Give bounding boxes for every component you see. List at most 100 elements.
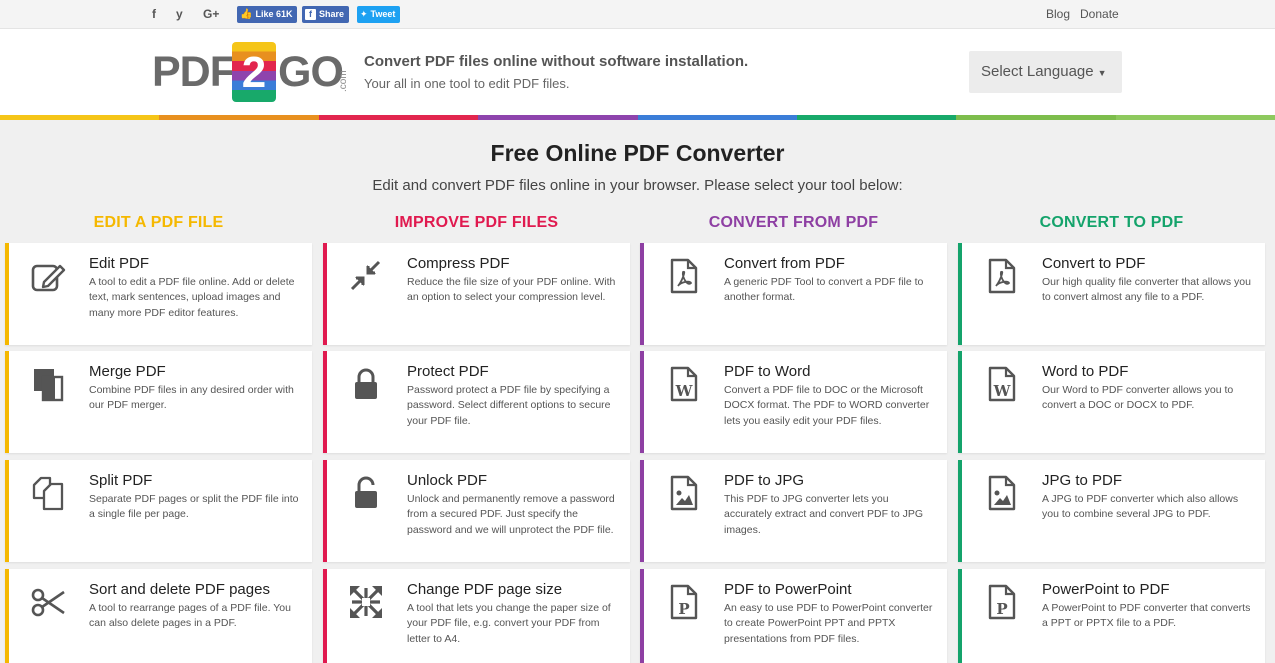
svg-text:P: P xyxy=(678,600,689,618)
svg-text:W: W xyxy=(993,382,1012,400)
tool-description: An easy to use PDF to PowerPoint convert… xyxy=(724,602,933,645)
tool-card[interactable]: PDF to JPG This PDF to JPG converter lets… xyxy=(640,460,947,562)
tool-card[interactable]: Compress PDF Reduce the file size of your… xyxy=(323,243,630,345)
tool-card[interactable]: W PDF to Word Convert a PDF file to DOC or… xyxy=(640,351,947,453)
column-heading: EDIT A PDF FILE xyxy=(93,214,224,231)
tool-description: This PDF to JPG converter lets you accur… xyxy=(724,493,923,536)
tool-description: A generic PDF Tool to convert a PDF file… xyxy=(724,276,924,304)
tool-description: Unlock and permanently remove a password… xyxy=(407,493,615,536)
tool-card[interactable]: Convert to PDF Our high quality file conv… xyxy=(958,243,1265,345)
word-file-icon: W xyxy=(982,365,1020,403)
merge-icon xyxy=(29,365,67,403)
tool-card[interactable]: P PowerPoint to PDF A PowerPoint to PDF co… xyxy=(958,569,1265,663)
tool-description: Convert a PDF file to DOC or the Microso… xyxy=(724,384,930,427)
compress-icon xyxy=(347,257,385,295)
tool-title: Sort and delete PDF pages xyxy=(89,581,270,598)
rainbow-segment xyxy=(796,115,957,120)
twitter-bird-icon: ✦ xyxy=(360,9,368,19)
twitter-icon[interactable]: y xyxy=(176,7,183,21)
tool-title: Convert from PDF xyxy=(724,255,845,272)
logo-2-badge: 2 xyxy=(232,42,276,102)
tool-title: Change PDF page size xyxy=(407,581,563,598)
powerpoint-file-icon: P xyxy=(982,583,1020,621)
logo-2-text: 2 xyxy=(241,48,267,97)
tool-card[interactable]: Edit PDF A tool to edit a PDF file online… xyxy=(5,243,312,345)
column-heading: CONVERT TO PDF xyxy=(1039,214,1184,231)
rainbow-segment xyxy=(159,115,319,120)
tool-card[interactable]: Split PDF Separate PDF pages or split the… xyxy=(5,460,312,562)
logo-pdf-text: PDF xyxy=(152,48,236,96)
pdf-file-icon xyxy=(664,257,702,295)
rainbow-segment xyxy=(0,115,160,120)
tool-title: PDF to Word xyxy=(724,363,811,380)
language-select-label: Select Language xyxy=(981,63,1094,80)
tool-card[interactable]: Sort and delete PDF pages A tool to rearr… xyxy=(5,569,312,663)
thumbs-up-icon: 👍 xyxy=(240,9,253,20)
resize-icon xyxy=(347,583,385,621)
tagline: Convert PDF files online without softwar… xyxy=(364,53,749,70)
facebook-icon: f xyxy=(305,9,316,20)
pdf-file-icon xyxy=(982,257,1020,295)
tool-title: Split PDF xyxy=(89,472,153,489)
tool-description: A tool that lets you change the paper si… xyxy=(407,602,611,645)
svg-text:P: P xyxy=(996,600,1007,618)
top-bar: f y G+ 👍 Like 61K f Share ✦ Tweet Blog D… xyxy=(0,0,1275,29)
tool-title: PDF to PowerPoint xyxy=(724,581,852,598)
blog-link[interactable]: Blog xyxy=(1046,7,1070,21)
language-select[interactable]: Select Language ▼ xyxy=(969,51,1122,93)
like-button[interactable]: 👍 Like 61K xyxy=(237,6,298,23)
image-file-icon xyxy=(664,474,702,512)
facebook-icon[interactable]: f xyxy=(152,7,156,21)
tool-card[interactable]: W Word to PDF Our Word to PDF converter al… xyxy=(958,351,1265,453)
edit-icon xyxy=(29,257,67,295)
tool-description: Separate PDF pages or split the PDF file… xyxy=(89,493,299,521)
tool-title: Protect PDF xyxy=(407,363,489,380)
google-plus-icon[interactable]: G+ xyxy=(203,7,219,21)
tool-title: PowerPoint to PDF xyxy=(1042,581,1170,598)
tool-title: Convert to PDF xyxy=(1042,255,1146,272)
tool-description: A tool to edit a PDF file online. Add or… xyxy=(89,276,295,319)
column-heading: CONVERT FROM PDF xyxy=(708,214,879,231)
svg-text:W: W xyxy=(675,382,694,400)
tool-description: A JPG to PDF converter which also allows… xyxy=(1042,493,1239,521)
tool-description: Our high quality file converter that all… xyxy=(1042,276,1251,304)
tool-title: Edit PDF xyxy=(89,255,150,272)
powerpoint-file-icon: P xyxy=(664,583,702,621)
tool-description: Reduce the file size of your PDF online.… xyxy=(407,276,616,304)
tweet-button[interactable]: ✦ Tweet xyxy=(357,6,401,23)
lock-icon xyxy=(347,365,385,403)
tool-card[interactable]: Convert from PDF A generic PDF Tool to co… xyxy=(640,243,947,345)
tool-title: PDF to JPG xyxy=(724,472,805,489)
tool-title: Compress PDF xyxy=(407,255,510,272)
logo[interactable]: PDF 2 GO .com xyxy=(152,40,352,104)
logo-com-text: .com xyxy=(338,70,349,92)
donate-link[interactable]: Donate xyxy=(1080,7,1119,21)
tool-card[interactable]: JPG to PDF A JPG to PDF converter which a… xyxy=(958,460,1265,562)
rainbow-segment xyxy=(478,115,638,120)
tool-card[interactable]: P PDF to PowerPoint An easy to use PDF to … xyxy=(640,569,947,663)
logo-go-text: GO xyxy=(278,48,344,96)
tool-card[interactable]: Change PDF page size A tool that lets you… xyxy=(323,569,630,663)
tweet-label: Tweet xyxy=(370,9,396,19)
rainbow-segment xyxy=(637,115,797,120)
tool-title: Merge PDF xyxy=(89,363,166,380)
rainbow-segment xyxy=(1115,115,1275,120)
tool-title: Unlock PDF xyxy=(407,472,488,489)
tool-description: A tool to rearrange pages of a PDF file.… xyxy=(89,602,291,630)
tool-description: Our Word to PDF converter allows you to … xyxy=(1042,384,1234,412)
scissors-icon xyxy=(29,583,67,621)
tool-description: Combine PDF files in any desired order w… xyxy=(89,384,294,412)
tool-card[interactable]: Unlock PDF Unlock and permanently remove … xyxy=(323,460,630,562)
tool-card[interactable]: Merge PDF Combine PDF files in any desire… xyxy=(5,351,312,453)
rainbow-segment xyxy=(956,115,1116,120)
rainbow-segment xyxy=(318,115,479,120)
tool-title: JPG to PDF xyxy=(1042,472,1123,489)
subtagline: Your all in one tool to edit PDF files. xyxy=(364,76,570,91)
tool-description: Password protect a PDF file by specifyin… xyxy=(407,384,611,427)
image-file-icon xyxy=(982,474,1020,512)
tool-card[interactable]: Protect PDF Password protect a PDF file b… xyxy=(323,351,630,453)
tool-title: Word to PDF xyxy=(1042,363,1129,380)
share-button[interactable]: f Share xyxy=(302,6,350,23)
rainbow-divider xyxy=(0,115,1275,120)
page-title: Free Online PDF Converter xyxy=(490,140,785,166)
